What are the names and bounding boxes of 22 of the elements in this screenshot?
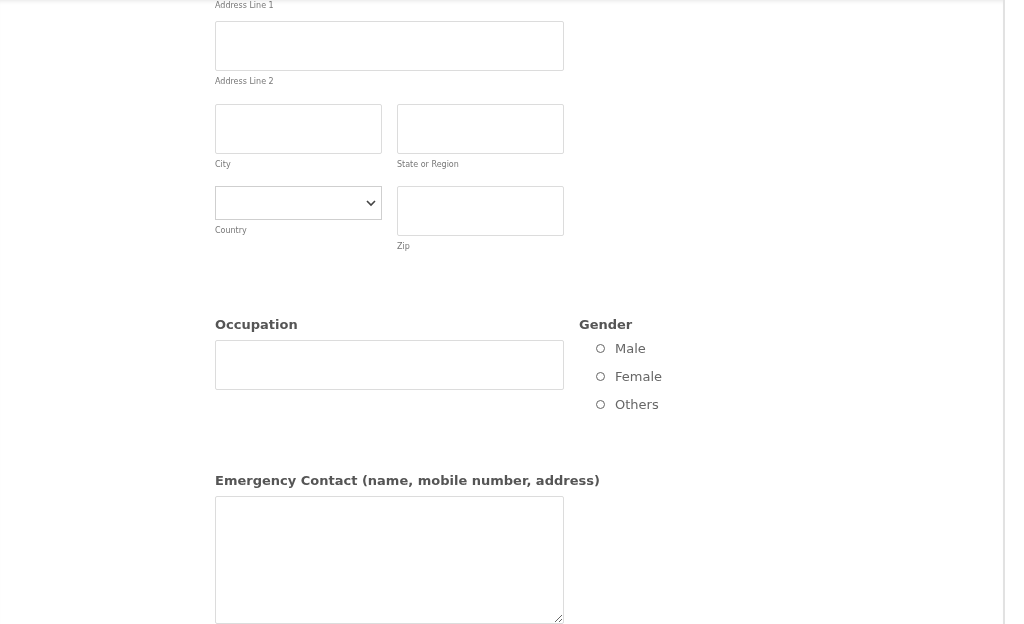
field-caption: State or Region — [397, 159, 460, 170]
field-label: Occupation — [215, 316, 299, 335]
text-area[interactable] — [215, 495, 564, 624]
radio-option[interactable]: Male — [579, 334, 662, 363]
input-field[interactable] — [215, 20, 564, 71]
field-caption: City — [215, 159, 232, 170]
field-label: Emergency Contact (name, mobile number, address) — [215, 471, 601, 490]
radio-button[interactable] — [596, 371, 605, 381]
radio-option[interactable]: Others — [579, 390, 662, 419]
input-field[interactable] — [397, 186, 564, 237]
input-field[interactable] — [215, 340, 564, 391]
field-caption: Address Line 1 — [215, 1, 275, 11]
field-caption: Address Line 2 — [215, 76, 275, 87]
radio-button[interactable] — [596, 343, 605, 353]
input-field[interactable] — [397, 103, 564, 154]
field-caption: Zip — [397, 242, 411, 253]
input-field[interactable] — [215, 103, 382, 154]
select-field[interactable] — [215, 186, 382, 221]
radio-option[interactable]: Female — [579, 362, 662, 391]
radio-button[interactable] — [596, 399, 605, 409]
field-caption: Country — [215, 226, 248, 237]
field-label: Gender — [579, 316, 634, 335]
